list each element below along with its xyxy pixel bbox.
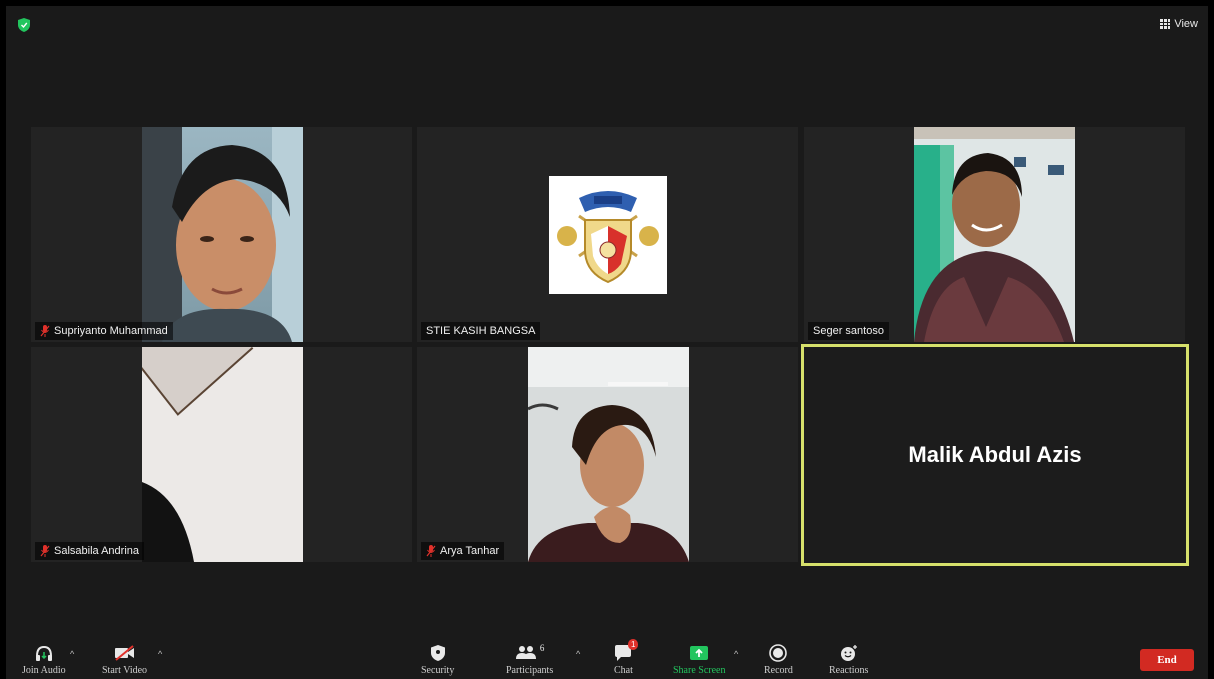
reactions-label: Reactions xyxy=(829,665,869,676)
participant-name: Seger santoso xyxy=(813,325,884,337)
shield-icon xyxy=(430,645,445,661)
participant-video xyxy=(549,176,667,294)
zoom-meeting-window: View Supriyanto Muhammad STIE KASIH BANG… xyxy=(6,6,1208,679)
participants-button[interactable]: 6 Participants xyxy=(506,643,553,676)
share-options-caret[interactable]: ^ xyxy=(734,649,738,659)
participant-name: Salsabila Andrina xyxy=(54,545,140,557)
microphone-muted-icon xyxy=(40,325,50,337)
participant-display-name: Malik Abdul Azis xyxy=(908,442,1082,467)
join-audio-label: Join Audio xyxy=(22,665,66,676)
record-label: Record xyxy=(764,665,793,676)
participant-nametag: Salsabila Andrina xyxy=(35,542,145,560)
video-tile-stie-kasih-bangsa[interactable]: STIE KASIH BANGSA xyxy=(417,127,798,342)
headphones-icon xyxy=(35,645,52,661)
share-screen-button[interactable]: Share Screen xyxy=(673,643,725,676)
video-tile-seger-santoso[interactable]: Seger santoso xyxy=(804,127,1185,342)
participant-video xyxy=(914,127,1075,342)
participant-video xyxy=(142,347,303,562)
share-screen-icon xyxy=(690,646,709,660)
meeting-toolbar: Join Audio ^ Start Video ^ Security 6 Pa… xyxy=(6,639,1208,679)
top-bar: View xyxy=(6,6,1208,46)
microphone-muted-icon xyxy=(426,545,436,557)
participants-icon xyxy=(515,646,536,659)
participants-options-caret[interactable]: ^ xyxy=(576,649,580,659)
chat-label: Chat xyxy=(614,665,633,676)
start-video-button[interactable]: Start Video xyxy=(102,643,147,676)
participants-label: Participants xyxy=(506,665,554,676)
end-meeting-button[interactable]: End xyxy=(1140,649,1194,671)
chat-unread-badge: 1 xyxy=(627,639,639,650)
participant-video xyxy=(528,347,689,562)
security-label: Security xyxy=(421,665,455,676)
chat-button[interactable]: 1 Chat xyxy=(614,639,639,676)
audio-options-caret[interactable]: ^ xyxy=(70,649,74,659)
participant-name: STIE KASIH BANGSA xyxy=(426,325,536,337)
video-tile-salsabila-andrina[interactable]: Salsabila Andrina xyxy=(31,347,412,562)
video-camera-off-icon xyxy=(114,645,134,661)
emoji-reaction-icon xyxy=(840,645,857,661)
participant-name: Supriyanto Muhammad xyxy=(54,325,168,337)
participant-name: Arya Tanhar xyxy=(440,545,500,557)
start-video-label: Start Video xyxy=(102,665,148,676)
security-button[interactable]: Security xyxy=(421,643,454,676)
participant-nametag: STIE KASIH BANGSA xyxy=(421,322,541,340)
video-options-caret[interactable]: ^ xyxy=(158,649,162,659)
video-tile-malik-abdul-azis[interactable]: Malik Abdul Azis xyxy=(801,344,1189,566)
participants-count: 6 xyxy=(539,643,545,653)
join-audio-button[interactable]: Join Audio xyxy=(22,643,66,676)
participant-nametag: Seger santoso xyxy=(808,322,889,340)
record-icon xyxy=(769,644,788,662)
participant-video xyxy=(142,127,303,342)
participant-nametag: Arya Tanhar xyxy=(421,542,505,560)
video-tile-arya-tanhar[interactable]: Arya Tanhar xyxy=(417,347,798,562)
record-button[interactable]: Record xyxy=(764,643,793,676)
video-tile-supriyanto[interactable]: Supriyanto Muhammad xyxy=(31,127,412,342)
view-label: View xyxy=(1174,18,1198,30)
share-screen-label: Share Screen xyxy=(673,665,726,676)
participant-nametag: Supriyanto Muhammad xyxy=(35,322,173,340)
grid-view-icon xyxy=(1160,19,1171,29)
institution-logo xyxy=(557,191,659,284)
microphone-muted-icon xyxy=(40,545,50,557)
reactions-button[interactable]: Reactions xyxy=(829,643,868,676)
view-button[interactable]: View xyxy=(1160,18,1198,30)
shield-check-icon[interactable] xyxy=(18,18,30,32)
